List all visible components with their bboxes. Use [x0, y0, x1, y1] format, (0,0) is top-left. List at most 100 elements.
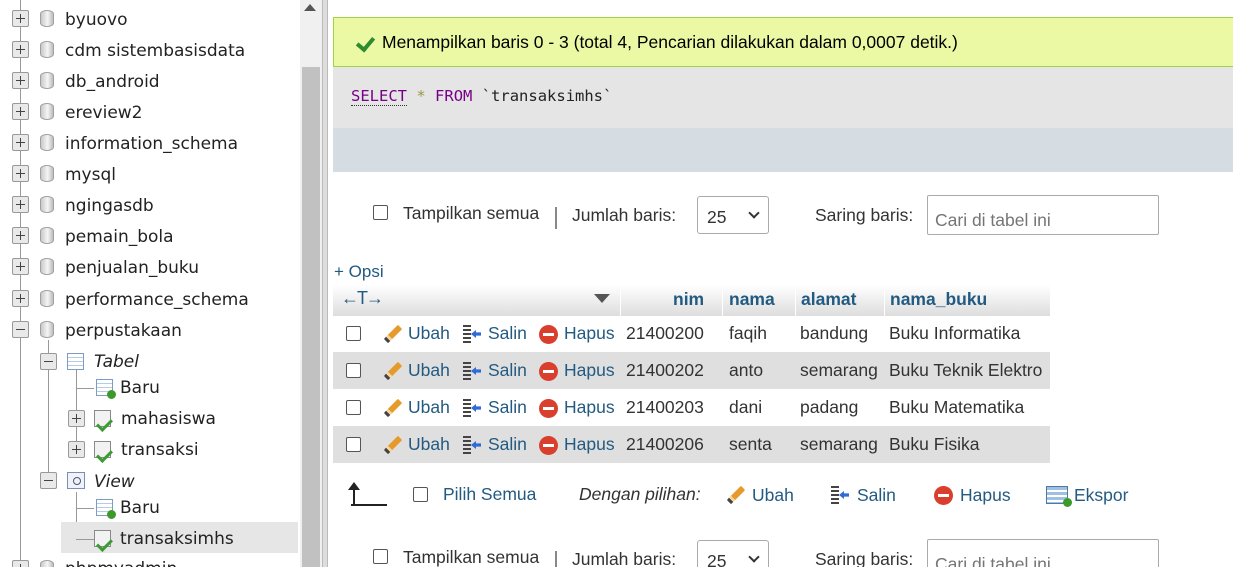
rows-count-select[interactable]: 25: [697, 196, 769, 234]
db-item-ereview2[interactable]: ereview2: [0, 97, 300, 128]
copy-icon[interactable]: [830, 485, 850, 505]
db-label[interactable]: performance_schema: [65, 290, 249, 310]
db-label[interactable]: pemain_bola: [65, 227, 174, 247]
new-table-link[interactable]: Baru: [120, 378, 160, 398]
collapse-icon[interactable]: [40, 353, 57, 370]
db-item-byuovo[interactable]: byuovo: [0, 4, 300, 35]
db-item-performance-schema[interactable]: performance_schema: [0, 284, 300, 315]
expand-icon[interactable]: [68, 441, 85, 458]
row-edit-link[interactable]: Ubah: [408, 323, 450, 344]
db-item-cdm-sistembasisdata[interactable]: cdm sistembasisdata: [0, 35, 300, 66]
bulk-export-button[interactable]: Ekspor: [1074, 485, 1128, 506]
show-all-label[interactable]: Tampilkan semua: [403, 203, 539, 224]
row-delete-link[interactable]: Hapus: [564, 360, 615, 381]
copy-icon[interactable]: [462, 398, 482, 418]
expand-icon[interactable]: [68, 410, 85, 427]
row-copy-link[interactable]: Salin: [488, 360, 527, 381]
row-checkbox[interactable]: [346, 437, 361, 452]
db-item-penjualan-buku[interactable]: penjualan_buku: [0, 252, 300, 283]
expand-icon[interactable]: [12, 290, 29, 307]
expand-icon[interactable]: [12, 196, 29, 213]
expand-icon[interactable]: [12, 560, 29, 567]
delete-icon[interactable]: [934, 486, 953, 505]
row-checkbox[interactable]: [346, 363, 361, 378]
column-header-alamat[interactable]: alamat: [801, 289, 856, 310]
db-item-information-schema[interactable]: information_schema: [0, 128, 300, 159]
db-label[interactable]: ereview2: [65, 103, 143, 123]
edit-pencil-icon[interactable]: [726, 485, 746, 505]
row-edit-link[interactable]: Ubah: [408, 397, 450, 418]
db-item-perpustakaan[interactable]: perpustakaan: [0, 315, 300, 346]
scroll-up-arrow-icon[interactable]: [304, 4, 316, 11]
delete-icon[interactable]: [539, 399, 558, 418]
edit-pencil-icon[interactable]: [383, 435, 403, 455]
column-header-nim[interactable]: nim: [673, 289, 704, 310]
delete-icon[interactable]: [539, 362, 558, 381]
copy-icon[interactable]: [462, 361, 482, 381]
db-label[interactable]: mysql: [65, 165, 116, 185]
copy-icon[interactable]: [462, 435, 482, 455]
show-all-label[interactable]: Tampilkan semua: [403, 547, 539, 567]
column-header-nama[interactable]: nama: [729, 289, 775, 310]
delete-icon[interactable]: [539, 325, 558, 344]
column-header-nama-buku[interactable]: nama_buku: [890, 289, 987, 310]
rows-count-select[interactable]: 25: [697, 540, 769, 567]
expand-icon[interactable]: [12, 10, 29, 27]
panel-resizer[interactable]: [322, 0, 328, 567]
db-label[interactable]: phpmyadmin: [65, 559, 177, 567]
scrollbar-thumb[interactable]: [302, 67, 320, 567]
copy-icon[interactable]: [462, 324, 482, 344]
sort-dropdown-icon[interactable]: [594, 294, 610, 303]
filter-rows-input[interactable]: [927, 195, 1159, 235]
row-edit-link[interactable]: Ubah: [408, 360, 450, 381]
edit-pencil-icon[interactable]: [383, 361, 403, 381]
row-checkbox[interactable]: [346, 326, 361, 341]
edit-pencil-icon[interactable]: [383, 324, 403, 344]
db-label[interactable]: db_android: [65, 72, 160, 92]
delete-icon[interactable]: [539, 436, 558, 455]
filter-rows-input[interactable]: [927, 539, 1159, 567]
expand-icon[interactable]: [12, 134, 29, 151]
db-label[interactable]: cdm sistembasisdata: [65, 41, 245, 61]
expand-icon[interactable]: [12, 227, 29, 244]
edit-pencil-icon[interactable]: [383, 398, 403, 418]
table-item-transaksi[interactable]: transaksi: [121, 440, 199, 460]
db-label[interactable]: byuovo: [65, 10, 128, 30]
row-edit-link[interactable]: Ubah: [408, 434, 450, 455]
collapse-icon[interactable]: [12, 321, 29, 338]
sidebar-scrollbar[interactable]: [300, 0, 322, 567]
row-checkbox[interactable]: [346, 400, 361, 415]
show-all-checkbox[interactable]: [373, 205, 388, 220]
bulk-delete-button[interactable]: Hapus: [960, 485, 1011, 506]
db-item-mysql[interactable]: mysql: [0, 159, 300, 190]
db-item-ngingasdb[interactable]: ngingasdb: [0, 190, 300, 221]
new-view-link[interactable]: Baru: [120, 498, 160, 518]
db-label[interactable]: ngingasdb: [65, 196, 154, 216]
column-resize-arrows-icon[interactable]: ←T→: [341, 288, 384, 309]
row-copy-link[interactable]: Salin: [488, 323, 527, 344]
expand-icon[interactable]: [12, 165, 29, 182]
bulk-copy-button[interactable]: Salin: [857, 485, 896, 506]
db-label[interactable]: information_schema: [65, 134, 238, 154]
db-item-pemain-bola[interactable]: pemain_bola: [0, 221, 300, 252]
row-delete-link[interactable]: Hapus: [564, 434, 615, 455]
row-copy-link[interactable]: Salin: [488, 434, 527, 455]
expand-icon[interactable]: [12, 72, 29, 89]
select-all-checkbox[interactable]: [413, 487, 428, 502]
expand-icon[interactable]: [12, 103, 29, 120]
collapse-icon[interactable]: [40, 472, 57, 489]
row-delete-link[interactable]: Hapus: [564, 397, 615, 418]
export-icon[interactable]: [1046, 486, 1072, 507]
expand-icon[interactable]: [12, 258, 29, 275]
show-all-checkbox[interactable]: [373, 549, 388, 564]
table-item-mahasiswa[interactable]: mahasiswa: [121, 409, 216, 429]
db-label[interactable]: penjualan_buku: [65, 258, 199, 278]
view-item-transaksimhs[interactable]: transaksimhs: [120, 529, 234, 549]
tables-group-label[interactable]: Tabel: [94, 352, 139, 372]
row-copy-link[interactable]: Salin: [488, 397, 527, 418]
db-item-db-android[interactable]: db_android: [0, 66, 300, 97]
bulk-edit-button[interactable]: Ubah: [752, 485, 794, 506]
views-group-label[interactable]: View: [94, 472, 135, 492]
select-all-link[interactable]: Pilih Semua: [443, 484, 536, 505]
expand-icon[interactable]: [12, 41, 29, 58]
